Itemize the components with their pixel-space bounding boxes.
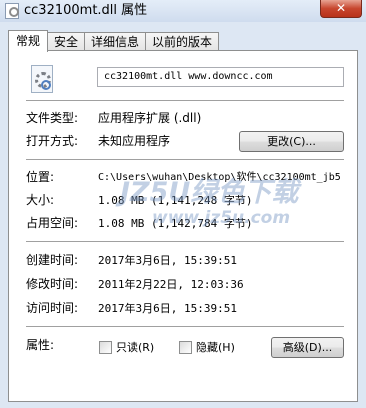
accessed-value: 2017年3月6日, 15:39:51 [98, 302, 237, 315]
advanced-button[interactable]: 高级(D)... [271, 337, 344, 358]
readonly-label[interactable]: 只读(R) [116, 340, 154, 355]
window-title: cc32100mt.dll 属性 [24, 3, 148, 18]
file-type-value: 应用程序扩展 (.dll) [98, 111, 202, 125]
tab-strip: 常规 安全 详细信息 以前的版本 [8, 30, 220, 52]
file-type-label: 文件类型: [26, 111, 79, 125]
dll-file-icon [31, 65, 53, 93]
divider [26, 326, 344, 327]
dll-file-icon [5, 3, 19, 19]
file-name-field[interactable]: cc32100mt.dll www.downcc.com [97, 67, 344, 87]
size-on-disk-label: 占用空间: [26, 216, 79, 230]
created-label: 创建时间: [26, 253, 79, 267]
location-value: C:\Users\wuhan\Desktop\软件\cc32100mt_jb5 [98, 172, 341, 183]
tab-details[interactable]: 详细信息 [84, 32, 147, 51]
general-tab-panel: cc32100mt.dll www.downcc.com 文件类型: 应用程序扩… [8, 50, 358, 402]
divider [26, 100, 344, 101]
title-bar: cc32100mt.dll 属性 ✕ [0, 0, 366, 22]
close-button[interactable]: ✕ [320, 0, 362, 18]
hidden-label[interactable]: 隐藏(H) [196, 340, 235, 355]
created-value: 2017年3月6日, 15:39:51 [98, 254, 237, 267]
accessed-label: 访问时间: [26, 301, 79, 315]
attributes-label: 属性: [26, 338, 55, 352]
opens-with-label: 打开方式: [26, 134, 79, 148]
modified-value: 2011年2月22日, 12:03:36 [98, 278, 244, 291]
readonly-checkbox[interactable] [99, 341, 112, 354]
tab-security[interactable]: 安全 [47, 32, 86, 51]
hidden-checkbox[interactable] [179, 341, 192, 354]
divider [26, 159, 344, 160]
tab-previous-versions[interactable]: 以前的版本 [145, 32, 220, 51]
divider [26, 241, 344, 242]
location-label: 位置: [26, 170, 55, 184]
size-on-disk-value: 1.08 MB (1,142,784 字节) [98, 217, 253, 230]
size-label: 大小: [26, 193, 55, 207]
modified-label: 修改时间: [26, 277, 79, 291]
tab-general[interactable]: 常规 [8, 30, 49, 52]
change-button[interactable]: 更改(C)... [239, 131, 344, 152]
opens-with-value: 未知应用程序 [98, 134, 171, 148]
size-value: 1.08 MB (1,141,248 字节) [98, 194, 253, 207]
